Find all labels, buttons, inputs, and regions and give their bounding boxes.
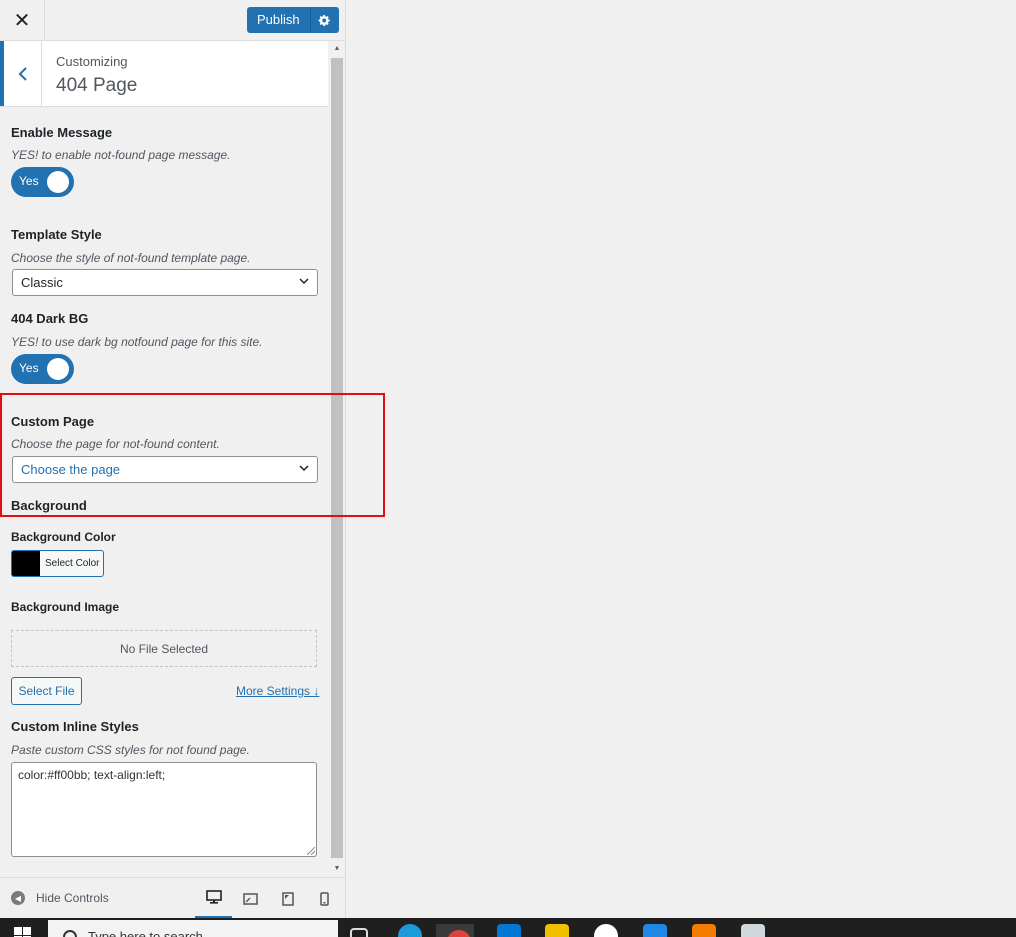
close-customizer-button[interactable]: ✕ xyxy=(0,0,45,40)
select-color-button[interactable]: Select Color xyxy=(11,550,104,577)
os-taskbar: Type here to search xyxy=(0,918,1016,937)
image-dropzone[interactable]: No File Selected xyxy=(11,630,317,667)
template-style-value: Classic xyxy=(21,275,63,290)
select-color-label: Select Color xyxy=(45,558,100,569)
template-style-label: Template Style xyxy=(11,227,102,242)
chrome-taskbar-slot[interactable] xyxy=(436,924,474,937)
inline-styles-textarea[interactable]: color:#ff00bb; text-align:left; xyxy=(11,762,317,857)
publish-settings-button[interactable] xyxy=(310,7,339,33)
customizer-header: ✕ Publish xyxy=(0,0,345,41)
resize-handle[interactable] xyxy=(307,847,315,855)
app-icon[interactable] xyxy=(643,924,667,937)
inline-styles-value: color:#ff00bb; text-align:left; xyxy=(18,768,166,782)
preview-desktop-button[interactable] xyxy=(195,878,232,919)
search-icon xyxy=(63,930,77,937)
more-settings-link[interactable]: More Settings ↓ xyxy=(236,684,319,698)
publish-button[interactable]: Publish xyxy=(247,7,311,33)
preview-tablet-button[interactable] xyxy=(269,878,306,919)
device-preview-group xyxy=(195,878,343,919)
slack-icon[interactable] xyxy=(594,924,618,937)
section-header: Customizing 404 Page xyxy=(0,41,328,107)
breadcrumb: Customizing xyxy=(56,54,128,69)
dark-bg-label: 404 Dark BG xyxy=(11,311,89,326)
toggle-knob xyxy=(47,171,69,193)
template-style-description: Choose the style of not-found template p… xyxy=(11,251,251,265)
taskbar-search[interactable]: Type here to search xyxy=(48,920,338,937)
preview-tablet-landscape-button[interactable] xyxy=(232,878,269,919)
edge-icon[interactable] xyxy=(398,924,422,937)
chevron-down-icon xyxy=(299,270,309,295)
inline-styles-description: Paste custom CSS styles for not found pa… xyxy=(11,743,250,757)
enable-message-toggle[interactable]: Yes xyxy=(11,167,74,197)
scroll-up-arrow-icon[interactable]: ▲ xyxy=(329,41,345,57)
section-title: 404 Page xyxy=(56,75,138,96)
back-button[interactable] xyxy=(0,41,42,106)
file-explorer-icon[interactable] xyxy=(545,924,569,937)
enable-message-label: Enable Message xyxy=(11,125,113,140)
chrome-icon xyxy=(447,930,471,937)
color-swatch xyxy=(12,551,40,576)
customizer-footer: ◀ Hide Controls xyxy=(0,877,345,919)
windows-start-icon[interactable] xyxy=(14,927,32,937)
close-icon: ✕ xyxy=(13,8,31,32)
collapse-icon: ◀ xyxy=(11,891,25,905)
tablet-landscape-icon xyxy=(243,892,258,905)
select-file-button[interactable]: Select File xyxy=(11,677,82,705)
preview-mobile-button[interactable] xyxy=(306,878,343,919)
background-image-label: Background Image xyxy=(11,600,120,614)
mobile-icon xyxy=(320,891,329,906)
annotation-highlight-box xyxy=(0,393,385,517)
hide-controls-label: Hide Controls xyxy=(36,891,109,905)
toggle-knob xyxy=(47,358,69,380)
tablet-icon xyxy=(281,891,294,906)
desktop-icon xyxy=(205,890,222,904)
template-style-select[interactable]: Classic xyxy=(12,269,318,296)
publish-group: Publish xyxy=(247,7,339,33)
scroll-down-arrow-icon[interactable]: ▼ xyxy=(329,861,345,877)
hide-controls-button[interactable]: ◀ Hide Controls xyxy=(11,891,109,905)
toggle-label: Yes xyxy=(19,174,39,188)
notepad-icon[interactable] xyxy=(741,924,765,937)
task-view-icon[interactable] xyxy=(350,928,368,937)
chevron-left-icon xyxy=(18,66,27,81)
dark-bg-description: YES! to use dark bg notfound page for th… xyxy=(11,335,263,349)
background-color-label: Background Color xyxy=(11,530,116,544)
taskbar-search-placeholder: Type here to search xyxy=(88,929,203,937)
inline-styles-label: Custom Inline Styles xyxy=(11,719,139,734)
enable-message-description: YES! to enable not-found page message. xyxy=(11,148,231,162)
gear-icon xyxy=(318,14,330,26)
xampp-icon[interactable] xyxy=(692,924,716,937)
dark-bg-toggle[interactable]: Yes xyxy=(11,354,74,384)
vscode-icon[interactable] xyxy=(497,924,521,937)
toggle-label: Yes xyxy=(19,361,39,375)
